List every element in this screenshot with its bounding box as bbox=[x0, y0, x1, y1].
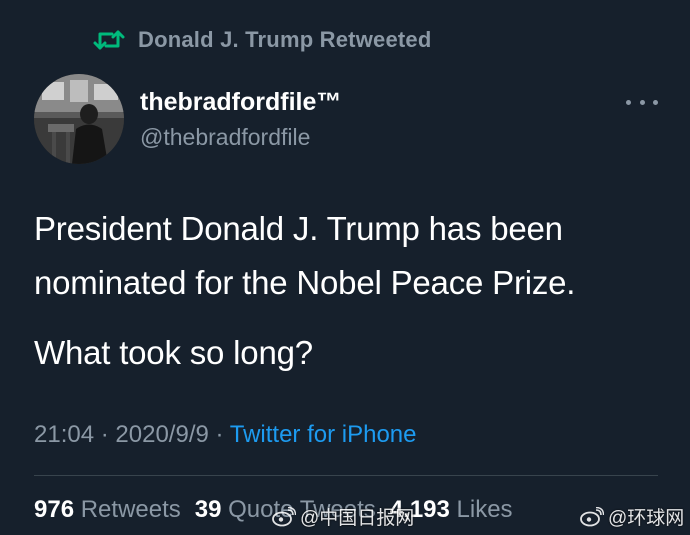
dot bbox=[626, 99, 631, 105]
retweet-label[interactable]: Donald J. Trump Retweeted bbox=[138, 27, 432, 53]
tweet-text-line: nominated for the Nobel Peace Prize. bbox=[34, 264, 576, 301]
dot bbox=[639, 99, 645, 105]
weibo-logo-icon bbox=[272, 506, 297, 527]
meta-separator: · bbox=[215, 421, 224, 448]
tweet-text-line: President Donald J. Trump has been bbox=[34, 210, 563, 247]
more-options-icon[interactable] bbox=[626, 94, 658, 110]
tweet-text-line: What took so long? bbox=[34, 334, 313, 371]
tweet-time[interactable]: 21:04 bbox=[34, 421, 94, 448]
tweet-date[interactable]: 2020/9/9 bbox=[115, 421, 208, 448]
tweet-meta: 21:04 · 2020/9/9 · Twitter for iPhone bbox=[34, 421, 416, 449]
author-handle[interactable]: @thebradfordfile bbox=[140, 124, 310, 151]
dot bbox=[653, 99, 658, 105]
avatar[interactable] bbox=[34, 74, 124, 164]
tweet-source-link[interactable]: Twitter for iPhone bbox=[230, 421, 417, 448]
watermark: @中国日报网 bbox=[272, 503, 414, 530]
likes-label: Likes bbox=[456, 496, 513, 523]
retweets-label: Retweets bbox=[80, 496, 181, 523]
watermark-text: @环球网 bbox=[608, 508, 685, 529]
meta-separator: · bbox=[100, 421, 109, 448]
divider bbox=[34, 475, 658, 476]
retweet-indicator[interactable]: Donald J. Trump Retweeted bbox=[92, 24, 432, 56]
watermark-text: @中国日报网 bbox=[300, 508, 415, 529]
quote-tweets-count: 39 bbox=[194, 496, 222, 523]
watermark: @环球网 bbox=[580, 503, 684, 530]
weibo-logo-icon bbox=[580, 506, 605, 527]
retweets-stat[interactable]: 976 Retweets bbox=[34, 496, 181, 523]
retweets-count: 976 bbox=[34, 496, 75, 523]
retweet-icon bbox=[92, 26, 126, 54]
author-name[interactable]: thebradfordfile™ bbox=[140, 88, 341, 117]
